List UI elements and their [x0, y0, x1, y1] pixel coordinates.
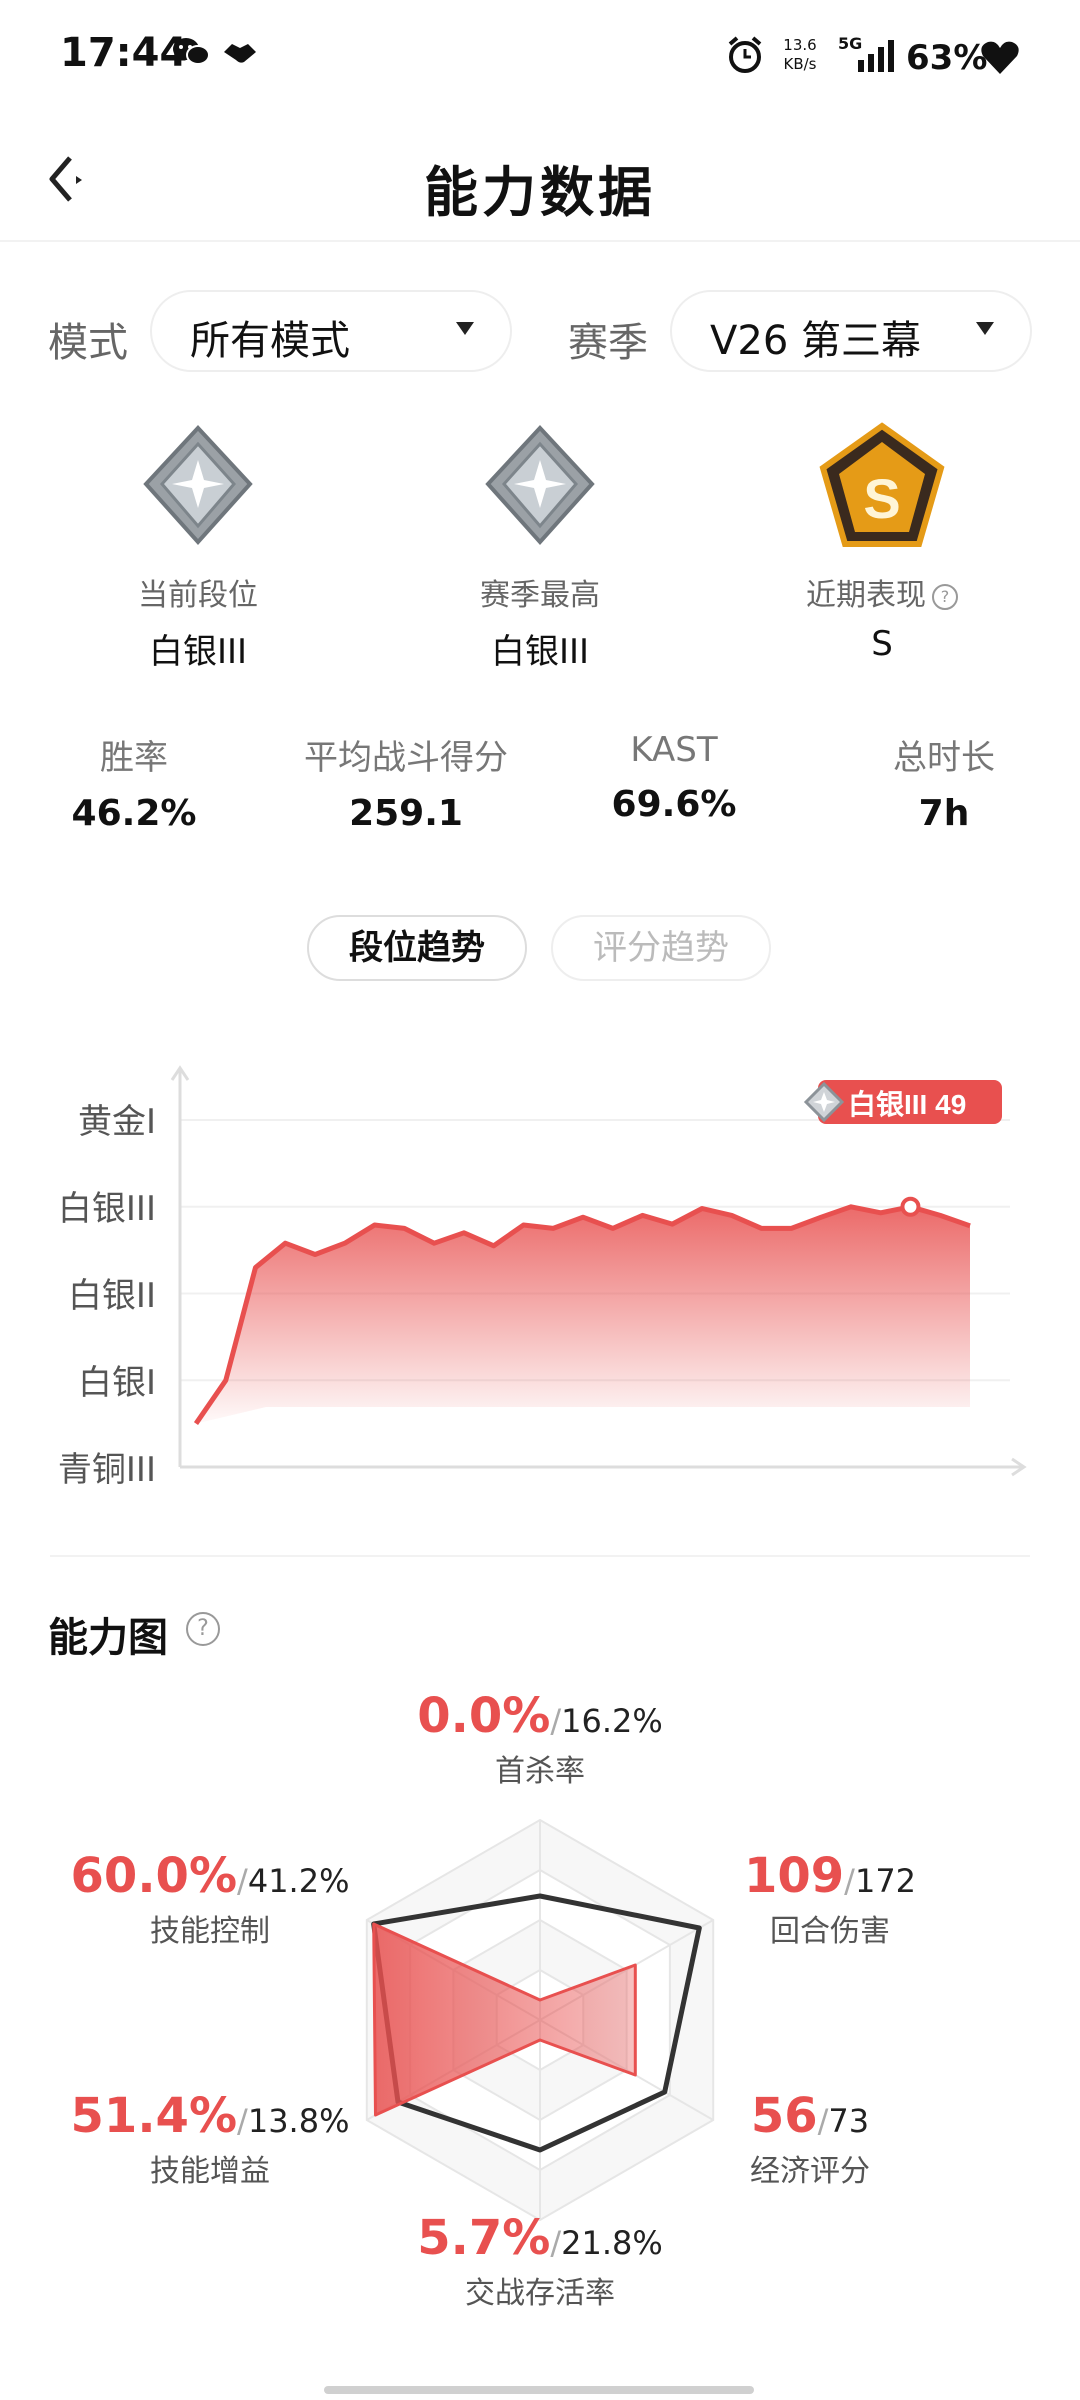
axis-skill-buff: 51.4%/13.8% 技能增益 — [60, 2088, 360, 2190]
axis-value: 5.7% — [417, 2210, 551, 2266]
axis-value: 51.4% — [70, 2088, 238, 2144]
mode-value: 所有模式 — [190, 318, 350, 364]
stat-value: 7h — [918, 793, 970, 834]
axis-value: 60.0% — [70, 1848, 238, 1904]
home-indicator[interactable] — [324, 2386, 754, 2394]
stat-value: 259.1 — [349, 793, 463, 834]
stat-label: 平均战斗得分 — [304, 738, 508, 778]
silver-rank-icon — [143, 425, 253, 545]
help-icon[interactable]: ? — [932, 583, 958, 610]
net-speed-unit: KB/s — [783, 55, 817, 73]
handshake-icon — [224, 44, 256, 63]
mode-dropdown[interactable]: 所有模式 — [150, 290, 512, 372]
rank-season-best: 赛季最高 白银III — [390, 420, 690, 673]
axis-average: 13.8% — [247, 2102, 350, 2140]
stat-label: KAST — [630, 730, 718, 770]
axis-name: 首杀率 — [495, 1754, 585, 1789]
axis-average: 172 — [854, 1862, 917, 1900]
rank-value: S — [871, 624, 893, 664]
rank-label: 近期表现? — [732, 570, 1032, 614]
axis-name: 技能增益 — [150, 2154, 270, 2189]
tab-score-trend[interactable]: 评分趋势 — [551, 915, 771, 981]
stat-label: 胜率 — [100, 738, 168, 778]
current-point-marker — [900, 1196, 921, 1217]
tooltip-text: 白银III 49 — [848, 1088, 966, 1120]
axis-average: 73 — [828, 2102, 870, 2140]
ability-title: 能力图 — [48, 1615, 168, 1661]
axis-value: 0.0% — [417, 1688, 551, 1744]
axis-name: 回合伤害 — [770, 1914, 890, 1949]
wechat-icon — [173, 38, 210, 65]
rank-recent-performance: S 近期表现? S — [732, 420, 1032, 664]
rank-trend-chart: 黄金I 白银III 白银II 白银I 青铜III 白银III 49 — [0, 1040, 1080, 1510]
axis-first-kill-rate: 0.0%/16.2% 首杀率 — [380, 1688, 700, 1790]
trend-plot: 白银III 49 — [170, 1065, 1027, 1477]
axis-name: 技能控制 — [150, 1914, 270, 1949]
rank-label: 当前段位 — [138, 578, 258, 613]
net-speed: 13.6 KB/s — [776, 36, 824, 74]
caret-down-icon — [976, 322, 994, 335]
rank-label: 赛季最高 — [480, 578, 600, 613]
caret-down-icon — [456, 322, 474, 335]
axis-trade-survival-rate: 5.7%/21.8% 交战存活率 — [380, 2210, 700, 2312]
axis-name: 经济评分 — [750, 2154, 870, 2189]
axis-round-damage: 109/172 回合伤害 — [720, 1848, 940, 1950]
axis-average: 21.8% — [561, 2224, 663, 2262]
tab-rank-trend[interactable]: 段位趋势 — [307, 915, 527, 981]
axis-value: 56 — [750, 2088, 818, 2144]
stat-label: 总时长 — [893, 738, 995, 778]
rank-label-text: 近期表现 — [806, 578, 926, 613]
status-bar: 17:44 13.6 KB/s 5G 63% — [0, 0, 1080, 115]
status-time: 17:44 — [60, 30, 188, 76]
page-title: 能力数据 — [424, 161, 656, 224]
rank-current: 当前段位 白银III — [48, 420, 348, 673]
axis-skill-control: 60.0%/41.2% 技能控制 — [60, 1848, 360, 1950]
stat-total-time: 总时长 7h — [824, 730, 1064, 834]
signal-icon — [858, 40, 894, 72]
season-label: 赛季 — [568, 320, 648, 366]
season-dropdown[interactable]: V26 第三幕 — [670, 290, 1032, 372]
silver-rank-icon — [485, 425, 595, 545]
top-nav: 能力数据 — [0, 120, 1080, 242]
axis-average: 41.2% — [247, 1862, 350, 1900]
stat-kast: KAST 69.6% — [554, 730, 794, 825]
s-performance-badge-icon: S — [819, 422, 945, 547]
net-speed-value: 13.6 — [783, 36, 817, 54]
alarm-icon — [728, 36, 762, 73]
stat-avg-combat-score: 平均战斗得分 259.1 — [286, 730, 526, 834]
season-value: V26 第三幕 — [710, 318, 921, 364]
stat-value: 46.2% — [71, 793, 197, 834]
heart-icon — [981, 41, 1019, 74]
stat-win-rate: 胜率 46.2% — [14, 730, 254, 834]
axis-name: 交战存活率 — [465, 2276, 615, 2311]
stat-value: 69.6% — [611, 784, 737, 825]
axis-economy-score: 56/73 经济评分 — [720, 2088, 900, 2190]
help-icon[interactable]: ? — [186, 1612, 220, 1646]
axis-average: 16.2% — [561, 1702, 663, 1740]
battery-level: 63% — [906, 38, 988, 78]
section-divider — [50, 1555, 1030, 1557]
current-rank-tooltip: 白银III 49 — [803, 1080, 1002, 1124]
rank-value: 白银III — [148, 632, 248, 672]
trend-area — [196, 1206, 970, 1424]
axis-value: 109 — [743, 1848, 845, 1904]
rank-value: 白银III — [490, 632, 590, 672]
mode-label: 模式 — [48, 320, 128, 366]
svg-text:S: S — [863, 467, 900, 530]
